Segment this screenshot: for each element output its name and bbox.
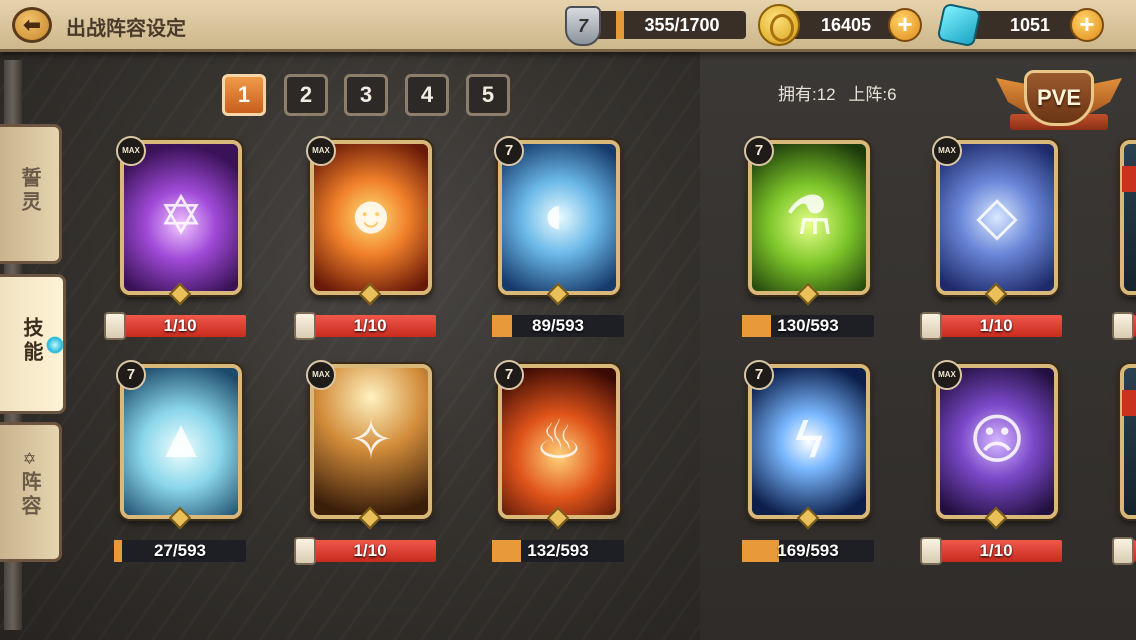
card-shard-bar: 132/593 (492, 540, 624, 562)
skill-card-fire-spirit[interactable]: ☻ MAX (306, 136, 436, 306)
card-level-badge: 7 (744, 136, 774, 166)
tab-label: 誓灵 (18, 167, 40, 215)
card-level-bar: 1/10 (294, 312, 436, 340)
potion-icon: ⚗ (752, 144, 866, 291)
gold-coin-icon (758, 4, 800, 46)
skill-card-purple-ghost[interactable]: ☹ MAX (932, 360, 1062, 530)
card-level-badge: MAX (932, 136, 962, 166)
tab-oath-spirit[interactable]: 誓灵 (0, 124, 62, 264)
add-gold-button[interactable]: + (888, 8, 922, 42)
energy-value: 355/1700 (644, 15, 720, 35)
card-level-badge: 7 (116, 360, 146, 390)
card-shard-bar: 169/593 (742, 540, 874, 562)
tab-label: 阵容 (18, 471, 40, 519)
card-level-bar: 1/10 (294, 537, 436, 565)
skill-card-green-potion[interactable]: ⚗ 7 (744, 136, 874, 306)
card-level-bar-partial (1112, 312, 1136, 340)
star-icon: ✡ (22, 451, 37, 468)
gem-icon (936, 2, 982, 48)
skill-card-water-shield[interactable]: ◐ 7 (494, 136, 624, 306)
tab-lineup[interactable]: ✡ 阵容 (0, 422, 62, 562)
page-button-1[interactable]: 1 (222, 74, 266, 116)
magic-circle-icon: ✡ (124, 144, 238, 291)
lightning-icon: ϟ (752, 368, 866, 515)
new-tag (1122, 166, 1136, 192)
skill-card-ice-mountain[interactable]: ▲ 7 (116, 360, 246, 530)
card-level-badge: MAX (116, 136, 146, 166)
tab-label: 技能 (20, 317, 42, 365)
card-level-badge: 7 (744, 360, 774, 390)
card-level-badge: 7 (494, 136, 524, 166)
skill-card-partial[interactable] (1116, 360, 1136, 525)
energy-counter: 355/1700 (588, 11, 746, 39)
water-shield-icon: ◐ (502, 144, 616, 291)
new-tag (1122, 390, 1136, 416)
pve-mode-badge[interactable]: PVE (996, 70, 1122, 140)
game-screen: ⬅ 出战阵容设定 355/1700 7 16405 + 1051 + 誓灵 技能… (0, 0, 1136, 640)
page-button-2[interactable]: 2 (284, 74, 328, 116)
skill-card-flame[interactable]: ♨ 7 (494, 360, 624, 530)
page-button-3[interactable]: 3 (344, 74, 388, 116)
arrow-left-icon: ⬅ (22, 12, 42, 37)
add-gem-button[interactable]: + (1070, 8, 1104, 42)
skill-counts: 拥有:12 上阵:6 (778, 80, 905, 105)
light-beam-icon: ✧ (314, 368, 428, 515)
skill-card-partial[interactable] (1116, 136, 1136, 301)
skill-card-purple-magic-circle[interactable]: ✡ MAX (116, 136, 246, 306)
card-level-bar: 1/10 (104, 312, 246, 340)
card-level-bar: 1/10 (920, 312, 1062, 340)
card-shard-bar: 130/593 (742, 315, 874, 337)
energy-shield-icon: 7 (565, 6, 601, 46)
ice-icon: ▲ (124, 368, 238, 515)
card-level-badge: 7 (494, 360, 524, 390)
flame-icon: ♨ (502, 368, 616, 515)
crystal-icon: ◇ (940, 144, 1054, 291)
card-level-bar: 1/10 (920, 537, 1062, 565)
active-tab-glow-icon (46, 336, 64, 354)
skill-card-lightning[interactable]: ϟ 7 (744, 360, 874, 530)
gold-value: 16405 (820, 15, 872, 35)
page-title: 出战阵容设定 (66, 18, 186, 40)
gem-value: 1051 (1009, 15, 1051, 35)
card-shard-bar: 27/593 (114, 540, 246, 562)
card-level-bar-partial (1112, 537, 1136, 565)
card-level-badge: MAX (306, 360, 336, 390)
card-level-badge: MAX (306, 136, 336, 166)
top-bar: ⬅ 出战阵容设定 355/1700 7 16405 + 1051 + (0, 0, 1136, 52)
skill-card-crystal-prison[interactable]: ◇ MAX (932, 136, 1062, 306)
skill-card-holy-light[interactable]: ✧ MAX (306, 360, 436, 530)
page-button-5[interactable]: 5 (466, 74, 510, 116)
fire-spirit-icon: ☻ (314, 144, 428, 291)
ghost-icon: ☹ (940, 368, 1054, 515)
back-button[interactable]: ⬅ (12, 7, 52, 43)
page-button-4[interactable]: 4 (405, 74, 449, 116)
pve-label: PVE (1024, 70, 1094, 126)
owned-count: 拥有:12 (778, 85, 836, 104)
card-level-badge: MAX (932, 360, 962, 390)
card-shard-bar: 89/593 (492, 315, 624, 337)
deployed-count: 上阵:6 (848, 85, 897, 104)
